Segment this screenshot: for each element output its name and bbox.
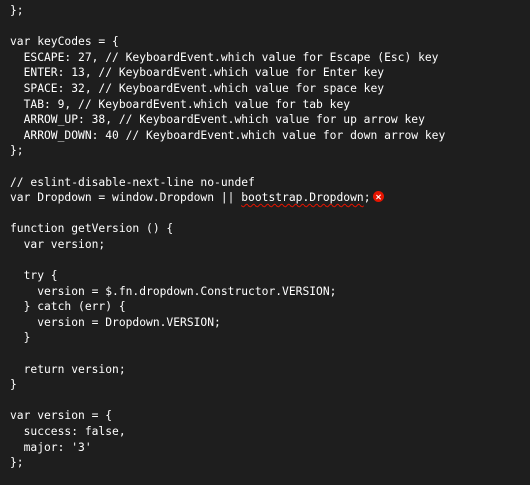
code-line: var version = {	[10, 409, 113, 423]
error-code-line: var Dropdown = window.Dropdown || bootst…	[10, 190, 530, 206]
code-line: TAB: 9, // KeyboardEvent.which value for…	[10, 97, 351, 111]
code-line: }	[10, 331, 31, 345]
lint-error-highlight[interactable]: bootstrap.Dropdown	[241, 191, 363, 204]
code-line: var version;	[10, 237, 106, 251]
code-line: };	[10, 144, 24, 158]
code-text: var Dropdown = window.Dropdown ||	[10, 191, 242, 205]
code-text: ;	[363, 191, 371, 205]
code-line: return version;	[10, 362, 126, 376]
code-line: ARROW_DOWN: 40 // KeyboardEvent.which va…	[10, 128, 446, 142]
error-circle-icon[interactable]	[372, 191, 384, 203]
code-line: function getVersion () {	[10, 222, 174, 236]
code-line: }	[10, 378, 17, 392]
code-line: major: '3'	[10, 440, 92, 454]
code-line: success: false,	[10, 425, 126, 439]
code-line: ENTER: 13, // KeyboardEvent.which value …	[10, 66, 385, 80]
code-line: SPACE: 32, // KeyboardEvent.which value …	[10, 81, 385, 95]
code-line: // eslint-disable-next-line no-undef	[10, 175, 255, 189]
code-line: var keyCodes = {	[10, 35, 119, 49]
code-line: } catch (err) {	[10, 300, 126, 314]
code-line: };	[10, 456, 24, 470]
code-line: version = Dropdown.VERSION;	[10, 315, 221, 329]
code-editor[interactable]: }; var keyCodes = { ESCAPE: 27, // Keybo…	[0, 0, 530, 485]
code-line: ARROW_UP: 38, // KeyboardEvent.which val…	[10, 113, 425, 127]
code-line: version = $.fn.dropdown.Constructor.VERS…	[10, 284, 337, 298]
code-line: try {	[10, 269, 58, 283]
code-line: ESCAPE: 27, // KeyboardEvent.which value…	[10, 50, 439, 64]
code-line: };	[10, 4, 24, 17]
